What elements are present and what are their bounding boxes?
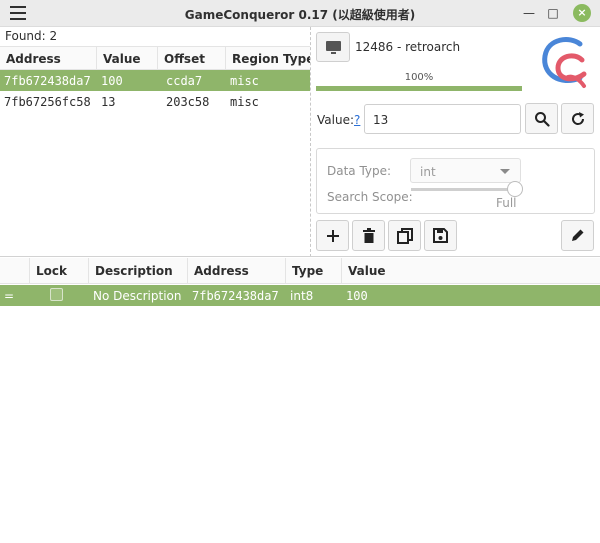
pencil-icon: [572, 229, 584, 241]
found-table-row[interactable]: 7fb672438da7 100 ccda7 misc: [0, 70, 310, 91]
search-scope-slider-handle[interactable]: [507, 181, 523, 197]
gameconqueror-logo: [542, 37, 587, 88]
search-scope-label: Search Scope:: [327, 190, 413, 204]
data-type-label: Data Type:: [327, 164, 392, 178]
reset-button[interactable]: [561, 103, 594, 134]
monitor-icon: [326, 41, 341, 51]
section-divider: [0, 256, 600, 257]
chevron-down-icon: [500, 169, 510, 174]
column-header-address[interactable]: Address: [188, 258, 286, 283]
column-header-description[interactable]: Description: [89, 258, 188, 283]
column-header-offset[interactable]: Offset: [158, 47, 226, 69]
row-address: 7fb672438da7: [192, 288, 279, 303]
add-entry-button[interactable]: [316, 220, 349, 251]
search-progress-bar: [316, 86, 522, 91]
lock-cell: [30, 287, 89, 304]
value-label: Value:?: [317, 113, 361, 127]
row-offset: 203c58: [166, 94, 210, 109]
row-value: 100: [101, 73, 123, 88]
column-header-value[interactable]: Value: [97, 47, 158, 69]
trash-icon: [362, 228, 375, 243]
value-input[interactable]: 13: [364, 104, 521, 134]
row-region: misc: [230, 73, 259, 88]
select-process-button[interactable]: [316, 32, 350, 62]
column-header-region-type[interactable]: Region Type: [226, 47, 310, 69]
copy-icon: [396, 227, 413, 244]
found-table-header: Address Value Offset Region Type: [0, 46, 310, 70]
cheat-table-row[interactable]: = No Description 7fb672438da7 int8 100: [0, 285, 600, 306]
progress-label: 100%: [404, 72, 434, 83]
help-link[interactable]: ?: [354, 113, 360, 127]
data-type-dropdown[interactable]: int: [410, 158, 521, 183]
search-options-panel: Data Type: int Search Scope: Full: [316, 148, 595, 214]
process-label: 12486 - retroarch: [355, 40, 461, 54]
column-header-value[interactable]: Value: [342, 258, 600, 283]
save-icon: [433, 228, 448, 243]
row-address: 7fb67256fc58: [4, 94, 91, 109]
lock-checkbox[interactable]: [50, 287, 63, 301]
minimize-button[interactable]: —: [520, 4, 538, 22]
search-button[interactable]: [525, 103, 558, 134]
plus-icon: [326, 229, 339, 242]
row-address: 7fb672438da7: [4, 73, 91, 88]
row-value: 13: [101, 94, 116, 109]
close-button[interactable]: ×: [573, 4, 591, 22]
cheat-table-header: Lock Description Address Type Value: [0, 258, 600, 284]
search-icon: [534, 111, 550, 127]
found-table: Address Value Offset Region Type 7fb6724…: [0, 46, 310, 112]
window-title: GameConqueror 0.17 (以超級使用者): [184, 8, 416, 22]
column-header-type[interactable]: Type: [286, 258, 342, 283]
title-bar: GameConqueror 0.17 (以超級使用者) — □ ×: [0, 0, 600, 27]
found-table-row[interactable]: 7fb67256fc58 13 203c58 misc: [0, 91, 310, 112]
row-region: misc: [230, 94, 259, 109]
copy-entry-button[interactable]: [388, 220, 421, 251]
column-header-lock[interactable]: Lock: [30, 258, 89, 283]
delete-entry-button[interactable]: [352, 220, 385, 251]
panel-divider[interactable]: [310, 27, 311, 257]
row-description[interactable]: No Description: [89, 289, 188, 303]
maximize-button[interactable]: □: [544, 4, 562, 22]
found-count: Found: 2: [5, 29, 58, 43]
column-header-address[interactable]: Address: [0, 47, 97, 69]
row-offset: ccda7: [166, 73, 203, 88]
search-scope-slider[interactable]: [411, 188, 521, 191]
row-type: int8: [290, 288, 314, 303]
row-marker: =: [4, 288, 15, 303]
save-button[interactable]: [424, 220, 457, 251]
search-scope-value: Full: [496, 196, 517, 210]
progress-fill: [316, 86, 522, 91]
row-value[interactable]: 100: [342, 289, 600, 303]
column-header-marker[interactable]: [0, 258, 30, 283]
refresh-icon: [571, 111, 584, 125]
edit-entry-button[interactable]: [561, 220, 594, 251]
data-type-value: int: [420, 165, 436, 179]
